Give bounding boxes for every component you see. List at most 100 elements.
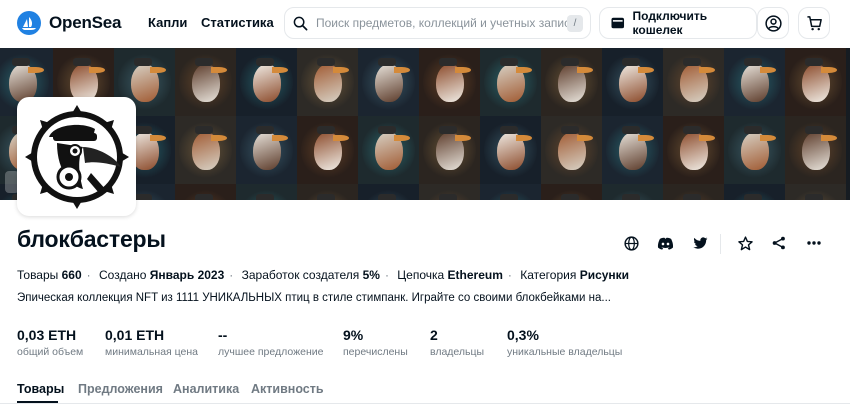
opensea-logo[interactable]: OpenSea (17, 11, 121, 35)
meta-separator: · (507, 268, 512, 282)
tile-beak (516, 67, 532, 73)
tile-beak (89, 67, 105, 73)
banner-tile (236, 116, 297, 184)
tile-hat (561, 126, 579, 134)
banner-tile (602, 184, 663, 200)
banner-tile (541, 184, 602, 200)
nav-stats[interactable]: Статистика (201, 15, 274, 30)
banner-tile (663, 116, 724, 184)
banner-tile (541, 48, 602, 116)
stat-label: лучшее предложение (218, 346, 324, 358)
meta-earnings-label: Заработок создателя (241, 268, 360, 282)
search-input[interactable]: Поиск предметов, коллекций и учетных зап… (316, 16, 568, 30)
banner-tile (419, 184, 480, 200)
meta-category-value: Рисунки (579, 268, 630, 282)
user-circle-icon (764, 14, 782, 32)
tile-beak (699, 67, 715, 73)
collection-meta: Товары 660 · Создано Январь 2023 · Заработ… (17, 268, 629, 282)
nav-drops[interactable]: Капли (148, 15, 187, 30)
twitter-button[interactable] (689, 232, 711, 254)
tile-hat (439, 58, 457, 66)
tile-hat (622, 58, 640, 66)
banner-tile (358, 184, 419, 200)
watchlist-button[interactable] (734, 232, 756, 254)
stat-value: 0,03 ETH (17, 327, 77, 343)
tile-hat (195, 194, 213, 200)
banner-tile (541, 116, 602, 184)
profile-button[interactable] (757, 7, 789, 39)
meta-separator: · (229, 268, 234, 282)
meta-chain-label: Цепочка (397, 268, 445, 282)
tile-hat (317, 194, 335, 200)
tile-beak (455, 67, 471, 73)
tile-beak (516, 135, 532, 141)
tile-beak (394, 135, 410, 141)
stat-value: 2 (430, 327, 438, 343)
tab-offers[interactable]: Предложения (78, 382, 163, 396)
tile-beak (333, 67, 349, 73)
tile-hat (744, 58, 762, 66)
connect-wallet-label: Подключить кошелек (632, 9, 708, 37)
tile-hat (256, 126, 274, 134)
meta-chain-value: Ethereum (447, 268, 503, 282)
banner-tile (297, 116, 358, 184)
stat-owners: 2 владельцы (430, 327, 484, 358)
cart-button[interactable] (798, 7, 830, 39)
connect-wallet-button[interactable]: Подключить кошелек (599, 7, 757, 39)
tile-beak (699, 135, 715, 141)
stat-listed: 9% перечислены (343, 327, 408, 358)
tile-hat (744, 194, 762, 200)
tile-beak (394, 67, 410, 73)
tab-items[interactable]: Товары (17, 382, 64, 396)
tile-beak (150, 135, 166, 141)
tile-beak (272, 67, 288, 73)
tile-hat (500, 194, 518, 200)
stat-label: владельцы (430, 346, 485, 358)
stat-unique-owners: 0,3% уникальные владельцы (507, 327, 622, 358)
banner-tile (480, 116, 541, 184)
banner-tile (785, 48, 846, 116)
banner-tile (236, 48, 297, 116)
banner-tile (602, 116, 663, 184)
tile-hat (500, 126, 518, 134)
stat-value: 0,3% (507, 327, 539, 343)
banner-tile (297, 184, 358, 200)
banner-tile (724, 116, 785, 184)
tile-beak (455, 135, 471, 141)
search-bar[interactable]: Поиск предметов, коллекций и учетных зап… (284, 7, 591, 39)
share-button[interactable] (768, 232, 790, 254)
banner-tile (724, 48, 785, 116)
website-button[interactable] (620, 232, 642, 254)
tile-hat (561, 194, 579, 200)
tile-beak (333, 135, 349, 141)
globe-icon (623, 235, 639, 251)
banner-tile (785, 184, 846, 200)
meta-created-label: Создано (99, 268, 147, 282)
tab-analytics[interactable]: Аналитика (173, 382, 239, 396)
tile-beak (211, 67, 227, 73)
tabs-divider (0, 403, 850, 404)
tile-hat (317, 58, 335, 66)
stat-best-offer: -- лучшее предложение (218, 327, 323, 358)
banner-tile (175, 48, 236, 116)
meta-separator: · (86, 268, 91, 282)
banner-tile (663, 48, 724, 116)
banner-tile (419, 116, 480, 184)
meta-items-value: 660 (61, 268, 82, 282)
tab-activity[interactable]: Активность (251, 382, 324, 396)
more-options-button[interactable] (803, 232, 825, 254)
collection-description[interactable]: Эпическая коллекция NFT из 1111 УНИКАЛЬН… (17, 292, 611, 304)
star-icon (737, 235, 753, 250)
stat-label: уникальные владельцы (507, 346, 623, 358)
tile-hat (683, 58, 701, 66)
meta-created-value: Январь 2023 (149, 268, 225, 282)
tile-hat (439, 126, 457, 134)
tile-beak (760, 135, 776, 141)
stat-floor-price: 0,01 ETH минимальная цена (105, 327, 198, 358)
opensea-logo-icon (17, 11, 41, 35)
discord-button[interactable] (654, 232, 676, 254)
tile-hat (805, 194, 823, 200)
tile-hat (12, 58, 30, 66)
discord-icon (657, 237, 673, 250)
tile-hat (805, 58, 823, 66)
